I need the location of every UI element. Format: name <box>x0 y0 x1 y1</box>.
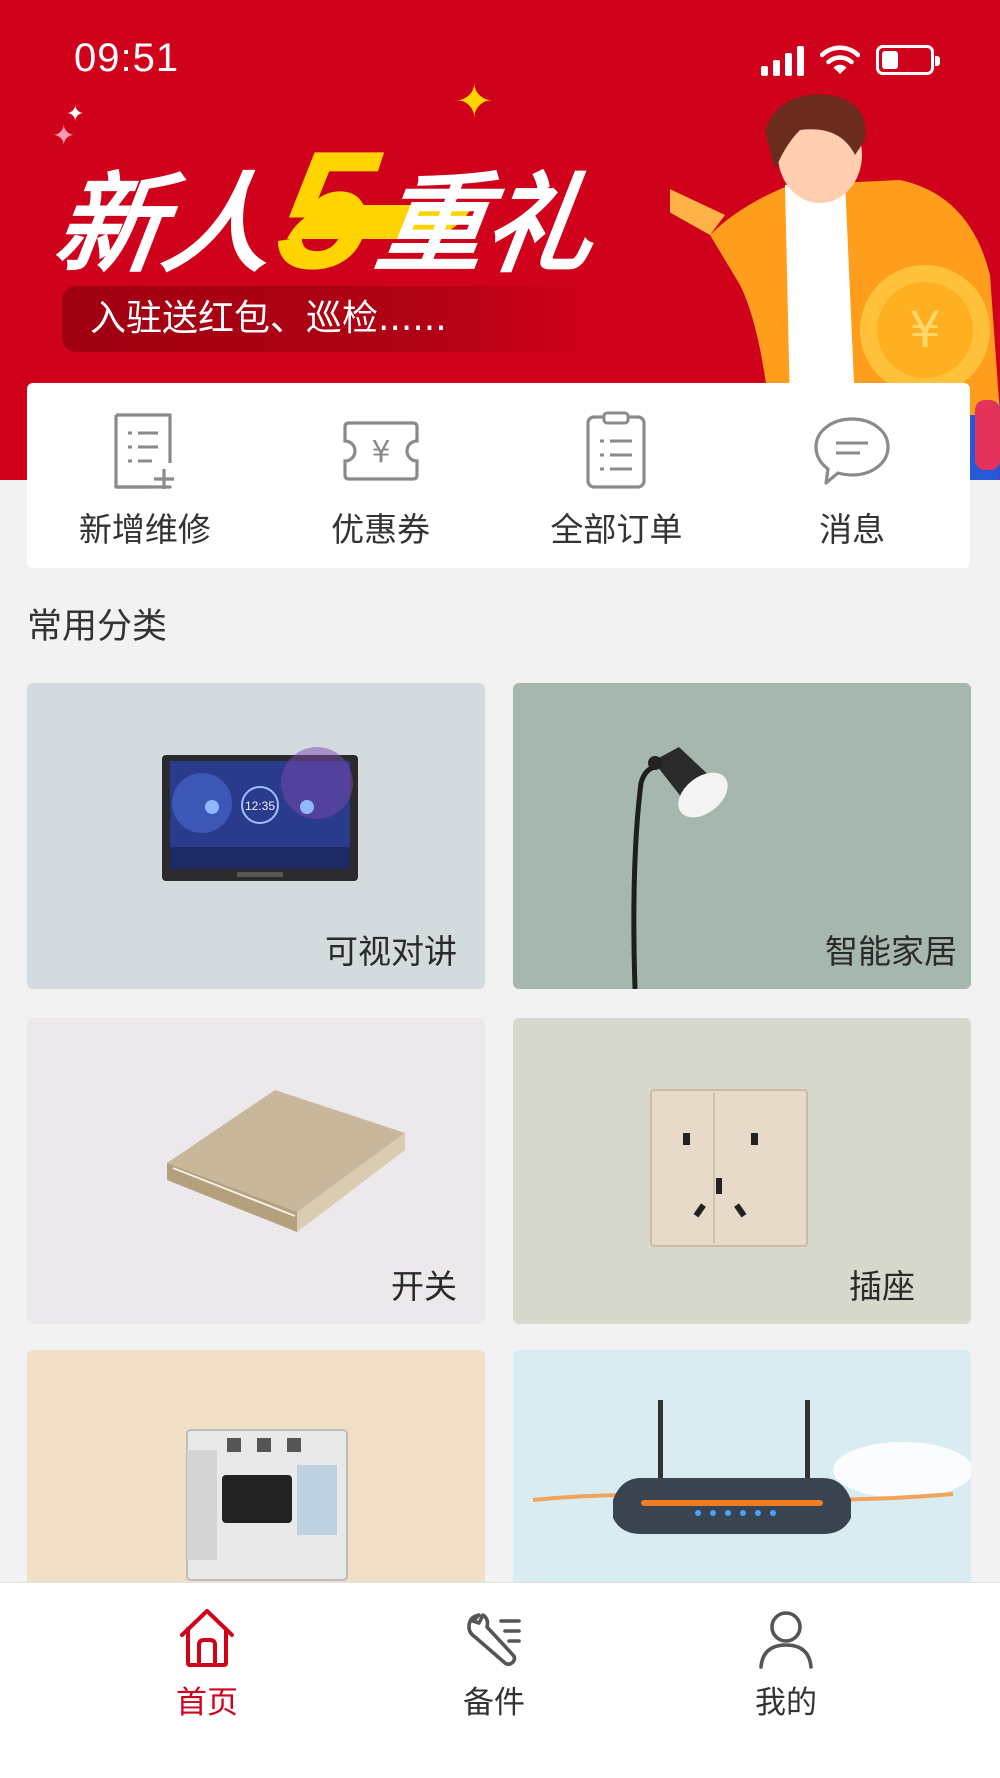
category-tile-smart-home[interactable]: 智能家居 <box>513 683 971 989</box>
tab-home[interactable]: 首页 <box>137 1605 277 1722</box>
promo-title-part2: 重礼 <box>369 163 603 288</box>
battery-level <box>882 51 898 69</box>
category-label: 智能家居 <box>825 932 957 971</box>
category-label: 开关 <box>391 1267 457 1306</box>
tab-label: 首页 <box>176 1685 238 1721</box>
add-repair-document-icon <box>105 411 185 491</box>
coupon-yen-icon: ¥ <box>341 411 421 491</box>
user-icon <box>759 1611 813 1669</box>
tab-spare-parts[interactable]: 备件 <box>424 1605 564 1722</box>
svg-text:12:35: 12:35 <box>245 799 275 813</box>
bottom-tab-bar: 首页 备件 我的 <box>0 1582 1000 1778</box>
svg-text:¥: ¥ <box>909 301 941 359</box>
home-screen: 09:51 ✦ ✦ ✦ 新人 5 重礼 入驻送红包、巡检...... ¥ 新增维… <box>0 0 1000 1778</box>
category-tile-video-intercom[interactable]: 12:35 可视对讲 <box>27 683 485 989</box>
chat-bubble-icon <box>812 411 892 491</box>
signal-icon <box>761 44 804 76</box>
quick-action-label: 优惠券 <box>331 510 431 549</box>
quick-action-new-repair[interactable]: 新增维修 <box>27 383 263 568</box>
promo-title-number: 5 <box>267 116 388 305</box>
home-icon <box>180 1609 234 1667</box>
sparkle-icon: ✦ <box>455 74 494 128</box>
promo-title-part1: 新人 <box>47 163 282 288</box>
wifi-icon <box>820 45 860 74</box>
tab-mine[interactable]: 我的 <box>716 1605 856 1722</box>
wrench-icon <box>467 1613 521 1667</box>
battery-icon <box>876 45 940 75</box>
quick-action-messages[interactable]: 消息 <box>734 383 970 568</box>
category-tile-socket[interactable]: 插座 <box>513 1018 971 1324</box>
promo-subtitle: 入驻送红包、巡检...... <box>62 286 582 352</box>
svg-text:¥: ¥ <box>371 435 390 470</box>
status-time: 09:51 <box>74 36 180 80</box>
section-title: 常用分类 <box>27 607 168 647</box>
tab-label: 备件 <box>463 1685 525 1721</box>
category-label: 可视对讲 <box>325 932 457 971</box>
quick-action-label: 消息 <box>819 510 886 549</box>
promo-title: 新人 5 重礼 <box>47 116 609 305</box>
tab-label: 我的 <box>755 1685 817 1721</box>
clipboard-orders-icon <box>576 411 656 491</box>
quick-action-coupons[interactable]: ¥ 优惠券 <box>263 383 499 568</box>
status-icons <box>761 40 940 80</box>
quick-action-label: 全部订单 <box>550 510 683 549</box>
quick-action-label: 新增维修 <box>78 510 211 549</box>
category-label: 插座 <box>849 1267 915 1306</box>
category-tile-switch[interactable]: 开关 <box>27 1018 485 1324</box>
quick-actions: 新增维修 ¥ 优惠券 全部订单 消息 <box>27 383 970 568</box>
quick-action-all-orders[interactable]: 全部订单 <box>499 383 735 568</box>
